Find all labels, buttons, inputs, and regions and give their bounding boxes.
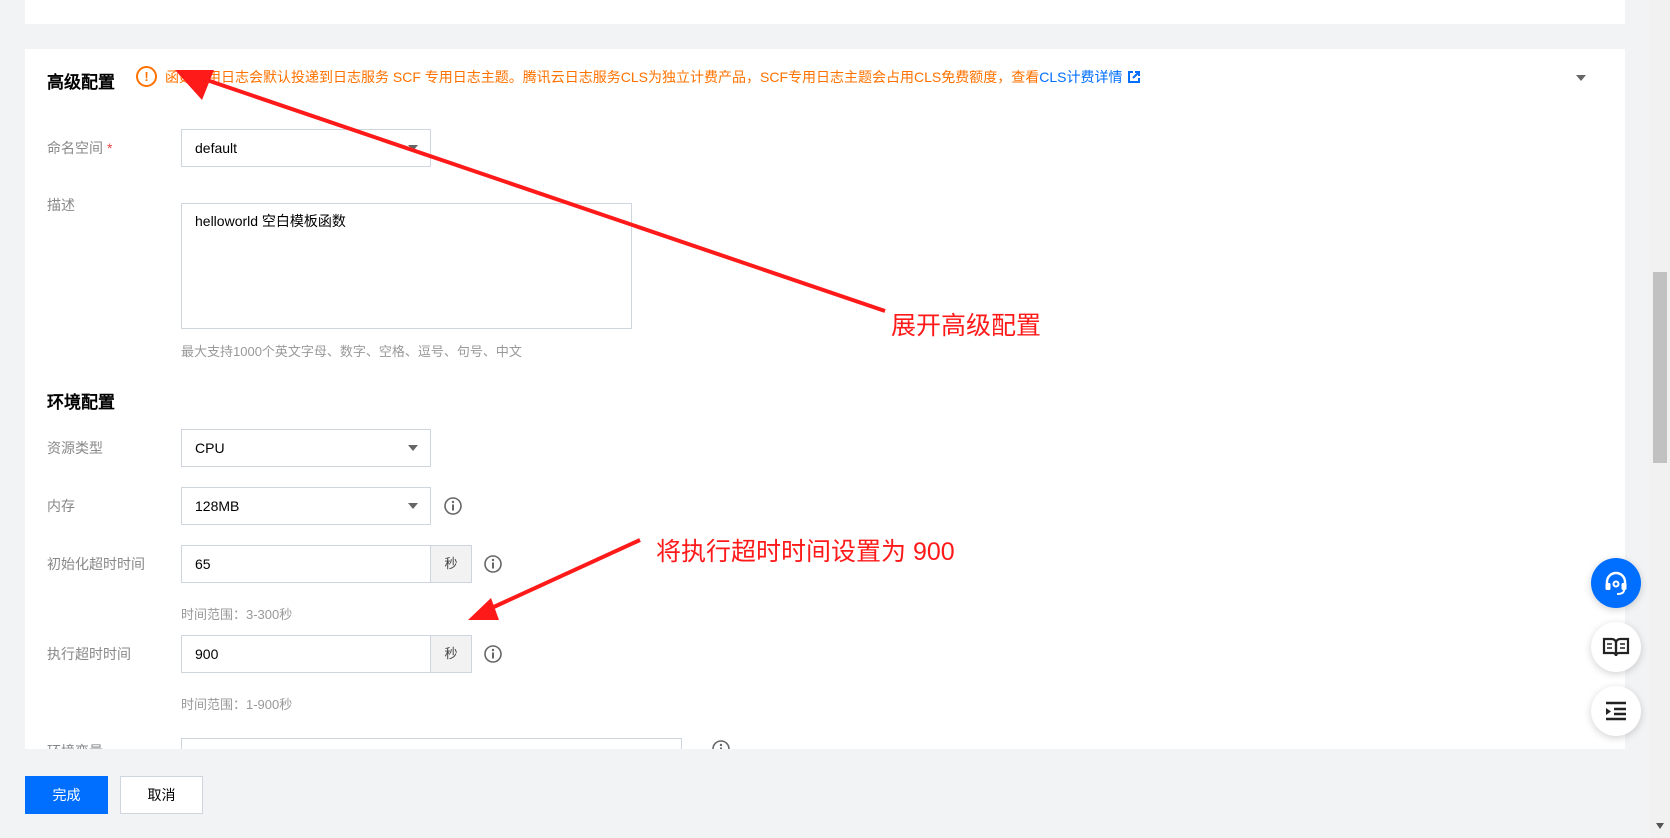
annotation-set-timeout: 将执行超时时间设置为 900 <box>656 538 955 566</box>
scroll-down-arrow-icon[interactable] <box>1655 822 1665 830</box>
annotation-arrows <box>175 70 886 620</box>
annotation-expand-advanced: 展开高级配置 <box>891 312 1042 340</box>
arrowhead-timeout <box>468 598 499 620</box>
arrow-line-expand <box>194 74 886 313</box>
scrollbar-thumb[interactable] <box>1653 272 1667 463</box>
arrow-line-timeout <box>484 538 641 613</box>
arrowhead-expand <box>175 70 214 100</box>
